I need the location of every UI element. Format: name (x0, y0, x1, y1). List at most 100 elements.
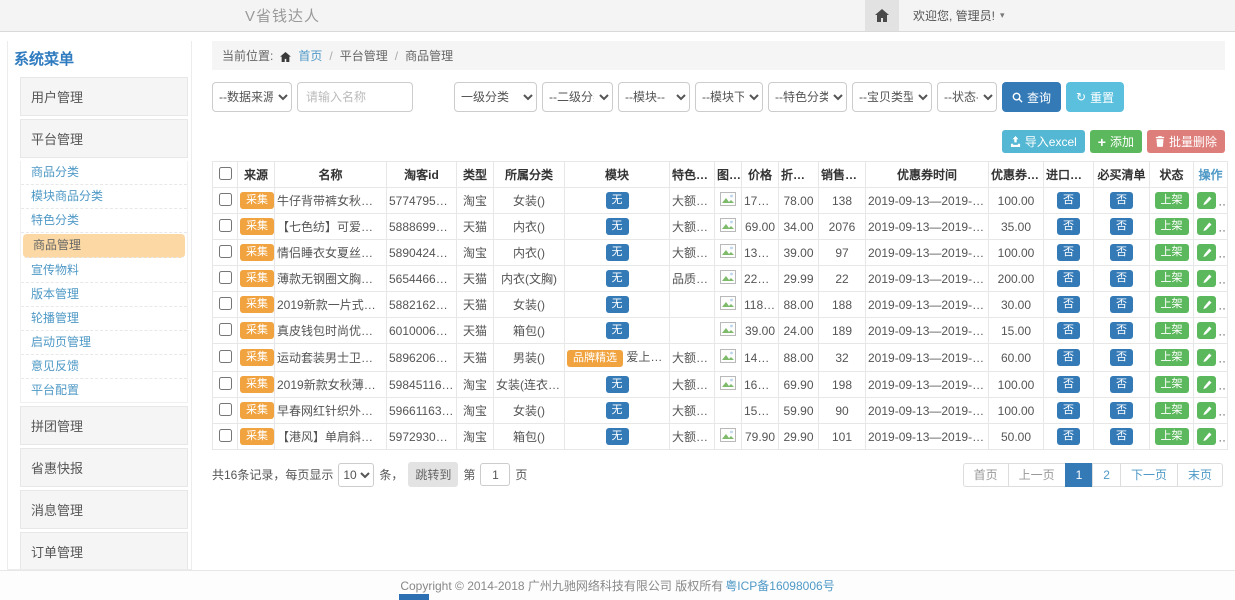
edit-button[interactable] (1197, 402, 1216, 419)
import-select-badge[interactable]: 否 (1057, 244, 1080, 261)
pager-prev[interactable]: 上一页 (1008, 463, 1066, 487)
sidebar-subitem[interactable]: 轮播管理 (21, 307, 187, 331)
edit-button[interactable] (1197, 244, 1216, 261)
import-excel-button[interactable]: 导入excel (1002, 130, 1085, 153)
sales-count: 2076 (829, 220, 856, 234)
sidebar-subitem[interactable]: 特色分类 (21, 209, 187, 233)
filter-level2-select[interactable]: --二级分类-- (542, 82, 613, 112)
sidebar-subitem[interactable]: 意见反馈 (21, 355, 187, 379)
row-checkbox[interactable] (219, 323, 232, 336)
sidebar-subitem-active[interactable]: 商品管理 (23, 234, 185, 258)
sidebar-subitem[interactable]: 启动页管理 (21, 331, 187, 355)
status-badge[interactable]: 上架 (1155, 270, 1189, 287)
per-page-select[interactable]: 10 (338, 463, 374, 487)
column-header: 图标 (715, 162, 742, 188)
breadcrumb-home-link[interactable]: 首页 (298, 47, 322, 64)
sidebar-subitem[interactable]: 商品分类 (21, 161, 187, 185)
sidebar-subitem[interactable]: 宣传物料 (21, 259, 187, 283)
row-checkbox[interactable] (219, 271, 232, 284)
sidebar-subitem[interactable]: 版本管理 (21, 283, 187, 307)
row-checkbox[interactable] (219, 219, 232, 232)
sidebar-subitem[interactable]: 模块商品分类 (21, 185, 187, 209)
jump-page-input[interactable] (480, 463, 510, 486)
import-select-badge[interactable]: 否 (1057, 270, 1080, 287)
status-badge[interactable]: 上架 (1155, 428, 1189, 445)
row-checkbox[interactable] (219, 245, 232, 258)
must-buy-badge[interactable]: 否 (1110, 349, 1133, 366)
filter-module-select[interactable]: --模块-- (618, 82, 690, 112)
status-badge[interactable]: 上架 (1155, 192, 1189, 209)
import-select-badge[interactable]: 否 (1057, 428, 1080, 445)
sidebar-group-orders[interactable]: 订单管理 (20, 532, 188, 570)
must-buy-badge[interactable]: 否 (1110, 428, 1133, 445)
import-select-badge[interactable]: 否 (1057, 402, 1080, 419)
status-badge[interactable]: 上架 (1155, 376, 1189, 393)
row-checkbox[interactable] (219, 429, 232, 442)
import-select-badge[interactable]: 否 (1057, 218, 1080, 235)
must-buy-badge[interactable]: 否 (1110, 218, 1133, 235)
status-badge[interactable]: 上架 (1155, 402, 1189, 419)
edit-button[interactable] (1197, 349, 1216, 366)
jump-button[interactable]: 跳转到 (408, 462, 458, 487)
import-select-badge[interactable]: 否 (1057, 296, 1080, 313)
must-buy-badge[interactable]: 否 (1110, 244, 1133, 261)
row-checkbox[interactable] (219, 403, 232, 416)
edit-button[interactable] (1197, 192, 1216, 209)
row-checkbox[interactable] (219, 193, 232, 206)
filter-level1-select[interactable]: 一级分类 (454, 82, 537, 112)
must-buy-badge[interactable]: 否 (1110, 402, 1133, 419)
status-badge[interactable]: 上架 (1155, 322, 1189, 339)
filter-status-select[interactable]: --状态-- (937, 82, 997, 112)
import-select-badge[interactable]: 否 (1057, 349, 1080, 366)
import-select-badge[interactable]: 否 (1057, 322, 1080, 339)
must-buy-badge[interactable]: 否 (1110, 296, 1133, 313)
must-buy-badge[interactable]: 否 (1110, 192, 1133, 209)
status-badge[interactable]: 上架 (1155, 296, 1189, 313)
filter-source-select[interactable]: --数据来源-- (212, 82, 292, 112)
price: 39.00 (745, 324, 775, 338)
search-button[interactable]: 查询 (1002, 82, 1061, 112)
select-all-checkbox[interactable] (219, 167, 232, 180)
edit-button[interactable] (1197, 376, 1216, 393)
row-checkbox[interactable] (219, 297, 232, 310)
sidebar-group-express-news[interactable]: 省惠快报 (20, 448, 188, 487)
sidebar-group-groupbuy[interactable]: 拼团管理 (20, 406, 188, 445)
sidebar-subitem[interactable]: 平台配置 (21, 379, 187, 402)
pager-last[interactable]: 末页 (1177, 463, 1223, 487)
must-buy-badge[interactable]: 否 (1110, 270, 1133, 287)
filter-item-type-select[interactable]: --宝贝类型-- (852, 82, 932, 112)
icp-link[interactable]: 粤ICP备16098006号 (725, 577, 834, 594)
import-select-badge[interactable]: 否 (1057, 192, 1080, 209)
pager-next[interactable]: 下一页 (1120, 463, 1178, 487)
import-select-badge[interactable]: 否 (1057, 376, 1080, 393)
status-badge[interactable]: 上架 (1155, 349, 1189, 366)
pager-first[interactable]: 首页 (963, 463, 1009, 487)
batch-delete-button[interactable]: 批量删除 (1147, 130, 1225, 153)
add-button[interactable]: + 添加 (1090, 130, 1142, 153)
edit-icon (1202, 380, 1212, 390)
content-area: 系统菜单 用户管理 平台管理 商品分类 模块商品分类 特色分类 商品管理 宣传物… (0, 32, 1235, 570)
must-buy-badge[interactable]: 否 (1110, 376, 1133, 393)
sidebar-group-platform[interactable]: 平台管理 (20, 119, 188, 158)
edit-button[interactable] (1197, 428, 1216, 445)
pager-page-1[interactable]: 1 (1065, 463, 1094, 487)
filter-name-input[interactable] (297, 82, 413, 112)
sidebar-group-messages[interactable]: 消息管理 (20, 490, 188, 529)
sidebar-group-users[interactable]: 用户管理 (20, 77, 188, 116)
edit-button[interactable] (1197, 270, 1216, 287)
price: 159.90 (744, 404, 779, 418)
reset-button[interactable]: ↻ 重置 (1066, 82, 1124, 112)
must-buy-badge[interactable]: 否 (1110, 322, 1133, 339)
edit-button[interactable] (1197, 296, 1216, 313)
status-badge[interactable]: 上架 (1155, 244, 1189, 261)
filter-module-sub-select[interactable]: --模块下分类-- (695, 82, 763, 112)
pager-page-2[interactable]: 2 (1092, 463, 1121, 487)
user-menu[interactable]: 欢迎您, 管理员! ▾ (899, 7, 1005, 24)
status-badge[interactable]: 上架 (1155, 218, 1189, 235)
edit-button[interactable] (1197, 322, 1216, 339)
filter-special-select[interactable]: --特色分类-- (768, 82, 847, 112)
edit-button[interactable] (1197, 218, 1216, 235)
row-checkbox[interactable] (219, 350, 232, 363)
home-button[interactable] (865, 0, 899, 31)
row-checkbox[interactable] (219, 377, 232, 390)
